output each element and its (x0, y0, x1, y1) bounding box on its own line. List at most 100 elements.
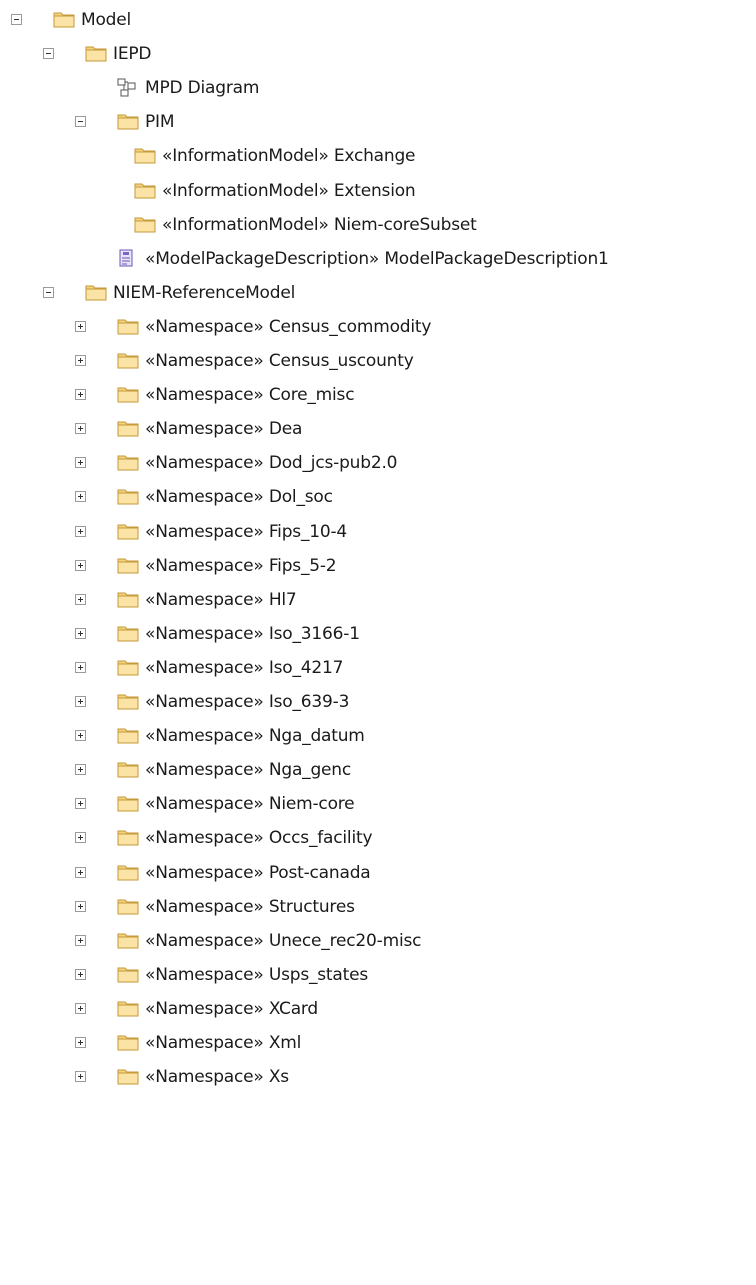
tree-node-namespace-nga-genc[interactable]: «Namespace» Nga_genc (0, 753, 756, 787)
folder-icon (117, 692, 140, 711)
expand-icon[interactable] (75, 866, 86, 878)
folder-icon (117, 999, 140, 1018)
expand-icon[interactable] (75, 900, 86, 912)
expand-icon[interactable] (75, 355, 86, 366)
tree-node-namespace-dol-soc[interactable]: «Namespace» Dol_soc (0, 480, 756, 514)
folder-icon (117, 794, 140, 813)
tree-node-namespace-structures[interactable]: «Namespace» Structures (0, 890, 756, 924)
tree-node-namespace-dea[interactable]: «Namespace» Dea (0, 412, 756, 446)
tree-node-label: «Namespace» Dod_jcs-pub2.0 (145, 453, 398, 474)
expand-icon[interactable] (75, 798, 86, 810)
folder-icon (85, 44, 108, 63)
tree-node-namespace-iso-639-3[interactable]: «Namespace» Iso_639-3 (0, 685, 756, 719)
tree-node-namespace-dod-jcs-pub2-0[interactable]: «Namespace» Dod_jcs-pub2.0 (0, 446, 756, 480)
expand-icon[interactable] (75, 1002, 86, 1014)
tree-node-label: «Namespace» Structures (145, 896, 355, 917)
tree-node-label: PIM (145, 112, 175, 133)
collapse-icon[interactable] (75, 116, 86, 128)
tree-node-label: «Namespace» Usps_states (145, 964, 368, 985)
tree-node-namespace-xml[interactable]: «Namespace» Xml (0, 1026, 756, 1060)
tree-node-label: «Namespace» Dol_soc (145, 487, 333, 508)
tree-node-label: NIEM-ReferenceModel (113, 282, 296, 303)
expand-icon[interactable] (75, 968, 86, 980)
expand-icon[interactable] (75, 525, 86, 537)
tree-node-namespace-fips-5-2[interactable]: «Namespace» Fips_5-2 (0, 549, 756, 583)
tree-node-model[interactable]: Model (0, 3, 756, 37)
tree-node-namespace-nga-datum[interactable]: «Namespace» Nga_datum (0, 719, 756, 753)
tree-node-label: «Namespace» Dea (145, 419, 303, 440)
tree-node-label: «InformationModel» Extension (162, 180, 416, 201)
tree-node-pim[interactable]: PIM (0, 105, 756, 139)
expand-icon[interactable] (75, 764, 86, 776)
project-browser-tree: Model IEPD MPD Diagram PIM «InformationModel… (0, 0, 756, 1285)
tree-node-informationmodel-exchange[interactable]: «InformationModel» Exchange (0, 139, 756, 173)
folder-icon (134, 181, 157, 200)
tree-node-label: «Namespace» XCard (145, 998, 319, 1019)
tree-node-informationmodel-niem-coresubset[interactable]: «InformationModel» Niem-coreSubset (0, 208, 756, 242)
folder-icon (117, 931, 140, 950)
tree-node-niem-referencemodel[interactable]: NIEM-ReferenceModel (0, 276, 756, 310)
expand-icon[interactable] (75, 627, 86, 639)
folder-icon (117, 965, 140, 984)
expand-icon[interactable] (75, 730, 86, 742)
tree-node-label: «Namespace» Fips_10-4 (145, 521, 348, 542)
tree-node-label: «Namespace» Iso_3166-1 (145, 623, 360, 644)
tree-node-label: «Namespace» Niem-core (145, 794, 355, 815)
tree-node-namespace-core-misc[interactable]: «Namespace» Core_misc (0, 378, 756, 412)
collapse-icon[interactable] (43, 286, 54, 298)
tree-node-label: «Namespace» Census_uscounty (145, 351, 414, 371)
expand-icon[interactable] (75, 1071, 86, 1083)
tree-node-iepd[interactable]: IEPD (0, 37, 756, 71)
folder-icon (117, 556, 140, 575)
expand-icon[interactable] (75, 593, 86, 605)
tree-node-namespace-unece-rec20-misc[interactable]: «Namespace» Unece_rec20-misc (0, 924, 756, 958)
tree-node-namespace-usps-states[interactable]: «Namespace» Usps_states (0, 958, 756, 992)
tree-node-label: «Namespace» Iso_639-3 (145, 692, 350, 712)
expand-icon[interactable] (75, 832, 86, 844)
tree-node-label: «Namespace» Fips_5-2 (145, 555, 337, 576)
tree-node-namespace-iso-3166-1[interactable]: «Namespace» Iso_3166-1 (0, 617, 756, 651)
expand-icon[interactable] (75, 696, 86, 707)
tree-node-namespace-xcard[interactable]: «Namespace» XCard (0, 992, 756, 1026)
artifact-icon (117, 249, 137, 268)
tree-node-label: «Namespace» Hl7 (145, 589, 297, 610)
expand-icon[interactable] (75, 1037, 86, 1048)
folder-icon (117, 351, 140, 370)
expand-icon[interactable] (75, 389, 86, 401)
expand-icon[interactable] (75, 457, 86, 469)
tree-node-namespace-post-canada[interactable]: «Namespace» Post-canada (0, 856, 756, 890)
folder-icon (117, 658, 140, 677)
tree-node-label: «Namespace» Nga_datum (145, 726, 365, 747)
tree-node-modelpackagedescription-modelpackagedescription1[interactable]: «ModelPackageDescription» ModelPackageDe… (0, 242, 756, 276)
tree-node-label: «Namespace» Core_misc (145, 385, 355, 406)
tree-node-namespace-hl7[interactable]: «Namespace» Hl7 (0, 583, 756, 617)
expand-icon[interactable] (75, 423, 86, 435)
expand-icon[interactable] (75, 661, 86, 673)
tree-node-label: «Namespace» Post-canada (145, 862, 371, 883)
folder-icon (117, 897, 140, 916)
folder-icon (85, 283, 108, 302)
collapse-icon[interactable] (43, 48, 54, 60)
tree-node-namespace-census-uscounty[interactable]: «Namespace» Census_uscounty (0, 344, 756, 378)
expand-icon[interactable] (75, 934, 86, 946)
expand-icon[interactable] (75, 320, 86, 332)
tree-node-label: «Namespace» Iso_4217 (145, 657, 344, 678)
tree-node-label: «Namespace» Xml (145, 1033, 302, 1053)
folder-icon (134, 215, 157, 234)
expand-icon[interactable] (75, 559, 86, 571)
tree-node-informationmodel-extension[interactable]: «InformationModel» Extension (0, 174, 756, 208)
collapse-icon[interactable] (11, 14, 22, 25)
tree-node-mpd-diagram[interactable]: MPD Diagram (0, 71, 756, 105)
folder-icon (117, 828, 140, 847)
tree-node-label: IEPD (113, 44, 152, 65)
expand-icon[interactable] (75, 491, 86, 503)
tree-node-namespace-census-commodity[interactable]: «Namespace» Census_commodity (0, 310, 756, 344)
tree-node-label: «Namespace» Nga_genc (145, 760, 352, 781)
tree-node-namespace-occs-facility[interactable]: «Namespace» Occs_facility (0, 821, 756, 855)
folder-icon (134, 146, 157, 165)
tree-node-namespace-xs[interactable]: «Namespace» Xs (0, 1060, 756, 1094)
tree-node-namespace-niem-core[interactable]: «Namespace» Niem-core (0, 787, 756, 821)
folder-icon (117, 726, 140, 745)
tree-node-namespace-iso-4217[interactable]: «Namespace» Iso_4217 (0, 651, 756, 685)
tree-node-namespace-fips-10-4[interactable]: «Namespace» Fips_10-4 (0, 515, 756, 549)
